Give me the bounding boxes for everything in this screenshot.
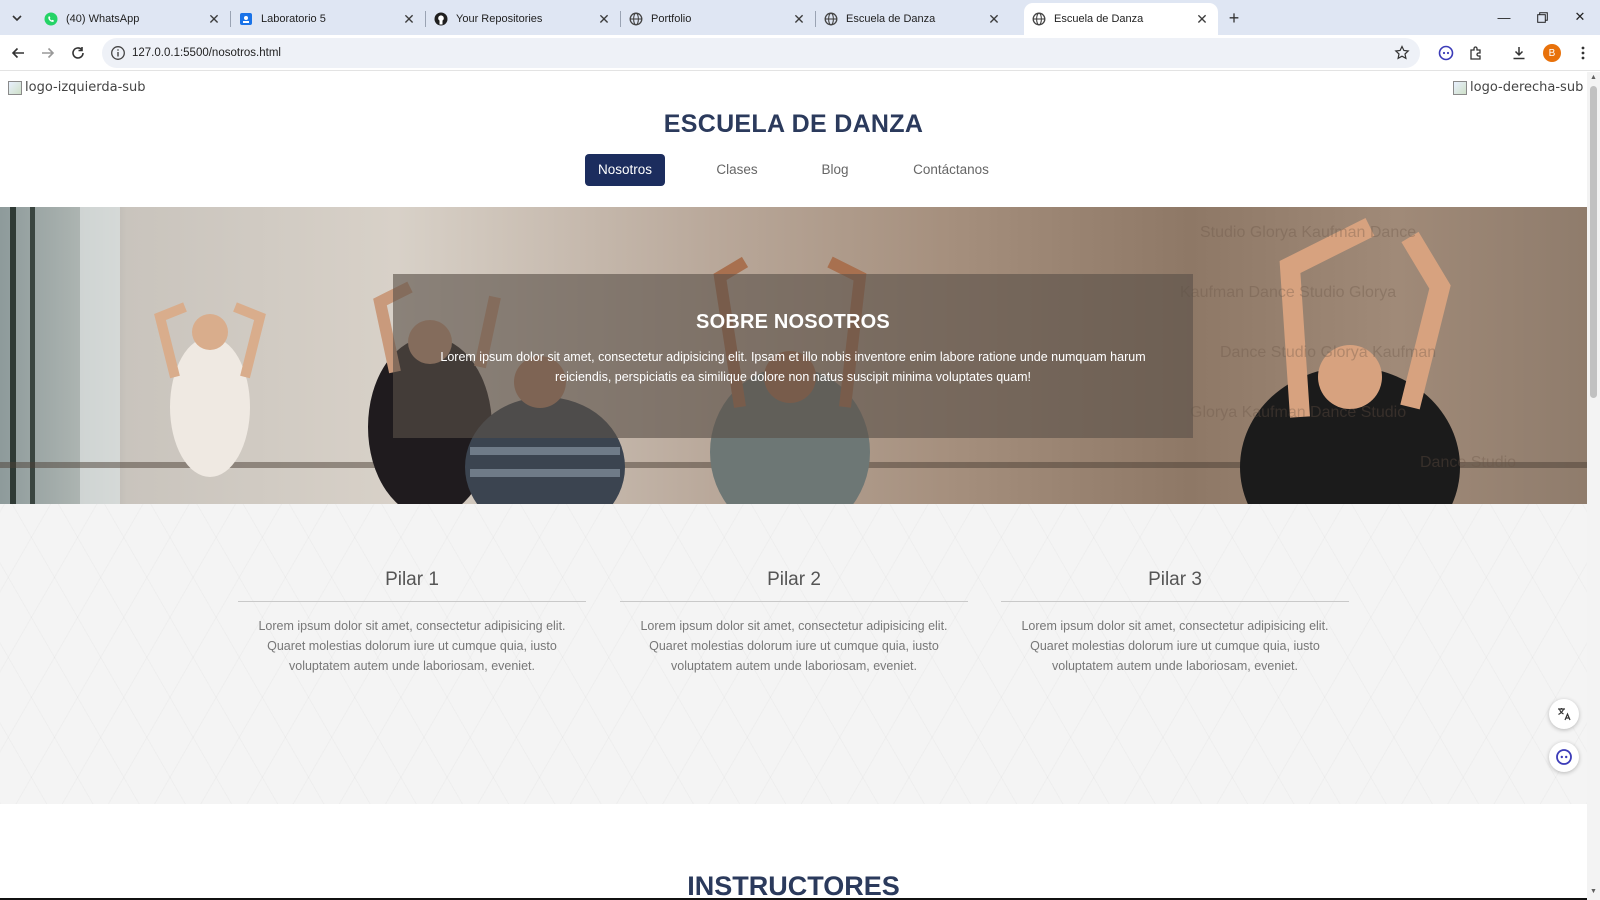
tab-title: Laboratorio 5 bbox=[261, 13, 326, 25]
pillar-title: Pilar 2 bbox=[620, 569, 968, 602]
tab-portfolio[interactable]: Portfolio ✕ bbox=[621, 3, 815, 35]
back-button[interactable] bbox=[5, 40, 31, 66]
arrow-right-icon bbox=[42, 47, 55, 59]
restore-button[interactable] bbox=[1524, 4, 1560, 30]
close-icon[interactable]: ✕ bbox=[1194, 11, 1210, 27]
page-viewport: logo-izquierda-sub logo-derecha-sub ESCU… bbox=[0, 72, 1587, 900]
close-icon[interactable]: ✕ bbox=[401, 11, 417, 27]
pillar-title: Pilar 1 bbox=[238, 569, 586, 602]
broken-image-icon bbox=[1453, 80, 1467, 95]
wall-texture-text: Studio Glorya Kaufman Dance bbox=[1200, 224, 1416, 241]
pillar-text: Lorem ipsum dolor sit amet, consectetur … bbox=[640, 619, 948, 673]
hero-banner: Studio Glorya Kaufman Dance Kaufman Danc… bbox=[0, 207, 1587, 504]
reload-button[interactable] bbox=[65, 40, 91, 66]
extensions-puzzle-icon[interactable] bbox=[1466, 43, 1486, 63]
browser-toolbar: 127.0.0.1:5500/nosotros.html B bbox=[0, 35, 1600, 71]
pillar-card: Pilar 2 Lorem ipsum dolor sit amet, cons… bbox=[620, 569, 968, 676]
minimize-button[interactable]: — bbox=[1486, 4, 1522, 30]
logo-right-alt: logo-derecha-sub bbox=[1470, 80, 1584, 95]
tab-laboratorio[interactable]: Laboratorio 5 ✕ bbox=[231, 3, 425, 35]
close-icon[interactable]: ✕ bbox=[206, 11, 222, 27]
wall-texture-text: Glorya Kaufman Dance Studio bbox=[1190, 404, 1406, 421]
restore-icon bbox=[1536, 11, 1548, 23]
scroll-up-arrow-icon[interactable]: ▲ bbox=[1589, 74, 1598, 82]
pillar-text: Lorem ipsum dolor sit amet, consectetur … bbox=[258, 619, 566, 673]
instructors-title: INSTRUCTORES bbox=[687, 871, 900, 900]
browser-tab-bar: (40) WhatsApp ✕ Laboratorio 5 ✕ Your Rep… bbox=[0, 0, 1600, 35]
wall-texture-text: Kaufman Dance Studio Glorya bbox=[1180, 284, 1396, 301]
pillar-card: Pilar 1 Lorem ipsum dolor sit amet, cons… bbox=[238, 569, 586, 676]
info-icon[interactable] bbox=[110, 45, 126, 61]
copilot-icon bbox=[1556, 749, 1572, 765]
pillar-text: Lorem ipsum dolor sit amet, consectetur … bbox=[1021, 619, 1329, 673]
logo-left-alt: logo-izquierda-sub bbox=[25, 80, 146, 95]
nav-nosotros[interactable]: Nosotros bbox=[585, 154, 665, 186]
download-icon[interactable] bbox=[1509, 43, 1529, 63]
pillar-title: Pilar 3 bbox=[1001, 569, 1349, 602]
tab-search-button[interactable] bbox=[6, 7, 28, 29]
classroom-icon bbox=[239, 12, 253, 26]
tab-title: Portfolio bbox=[651, 13, 692, 25]
globe-icon bbox=[629, 12, 643, 26]
menu-kebab-icon[interactable] bbox=[1573, 43, 1593, 63]
tab-escuela-1[interactable]: Escuela de Danza ✕ bbox=[816, 3, 1010, 35]
github-icon bbox=[434, 12, 448, 26]
nav-blog[interactable]: Blog bbox=[806, 154, 864, 186]
copilot-button[interactable] bbox=[1549, 742, 1579, 772]
logo-right: logo-derecha-sub bbox=[1453, 80, 1583, 95]
whatsapp-icon bbox=[44, 12, 58, 26]
reload-icon bbox=[72, 47, 84, 59]
address-bar[interactable]: 127.0.0.1:5500/nosotros.html bbox=[102, 38, 1420, 68]
tab-title: Escuela de Danza bbox=[846, 13, 936, 25]
close-icon[interactable]: ✕ bbox=[986, 11, 1002, 27]
pillars-section: Pilar 1 Lorem ipsum dolor sit amet, cons… bbox=[0, 504, 1587, 804]
bookmark-star-icon[interactable] bbox=[1394, 45, 1410, 61]
nav-contactanos[interactable]: Contáctanos bbox=[901, 154, 1001, 186]
scrollbar-thumb[interactable] bbox=[1590, 86, 1597, 398]
pillar-card: Pilar 3 Lorem ipsum dolor sit amet, cons… bbox=[1001, 569, 1349, 676]
wall-texture-text: Dance Studio bbox=[1420, 454, 1516, 471]
nav-clases[interactable]: Clases bbox=[705, 154, 769, 186]
copilot-extension-icon[interactable] bbox=[1436, 43, 1456, 63]
hero-text: Lorem ipsum dolor sit amet, consectetur … bbox=[440, 350, 1146, 384]
translate-icon bbox=[1558, 708, 1571, 721]
logo-left: logo-izquierda-sub bbox=[8, 80, 146, 95]
wall-texture-text: Dance Studio Glorya Kaufman bbox=[1220, 344, 1436, 361]
chevron-down-icon bbox=[12, 15, 22, 22]
new-tab-button[interactable]: + bbox=[1222, 6, 1246, 30]
tab-escuela-active[interactable]: Escuela de Danza ✕ bbox=[1024, 3, 1218, 35]
tab-title: Your Repositories bbox=[456, 13, 543, 25]
page-scrollbar[interactable]: ▲ ▼ bbox=[1587, 72, 1600, 900]
close-icon[interactable]: ✕ bbox=[791, 11, 807, 27]
close-icon[interactable]: ✕ bbox=[596, 11, 612, 27]
profile-avatar[interactable]: B bbox=[1543, 44, 1561, 62]
broken-image-icon bbox=[8, 80, 22, 95]
close-window-button[interactable]: ✕ bbox=[1562, 4, 1598, 30]
forward-button[interactable] bbox=[35, 40, 61, 66]
tab-repositories[interactable]: Your Repositories ✕ bbox=[426, 3, 620, 35]
site-title: ESCUELA DE DANZA bbox=[663, 110, 924, 138]
tab-whatsapp[interactable]: (40) WhatsApp ✕ bbox=[36, 3, 230, 35]
arrow-left-icon bbox=[11, 47, 24, 59]
hero-title: SOBRE NOSOTROS bbox=[696, 311, 890, 333]
tab-title: (40) WhatsApp bbox=[66, 13, 140, 25]
globe-icon bbox=[1032, 12, 1046, 26]
url-text: 127.0.0.1:5500/nosotros.html bbox=[132, 47, 281, 59]
globe-icon bbox=[824, 12, 838, 26]
main-nav: Nosotros Clases Blog Contáctanos bbox=[0, 154, 1587, 186]
translate-button[interactable] bbox=[1549, 699, 1579, 729]
tab-title: Escuela de Danza bbox=[1054, 13, 1144, 25]
scroll-down-arrow-icon[interactable]: ▼ bbox=[1589, 888, 1598, 896]
